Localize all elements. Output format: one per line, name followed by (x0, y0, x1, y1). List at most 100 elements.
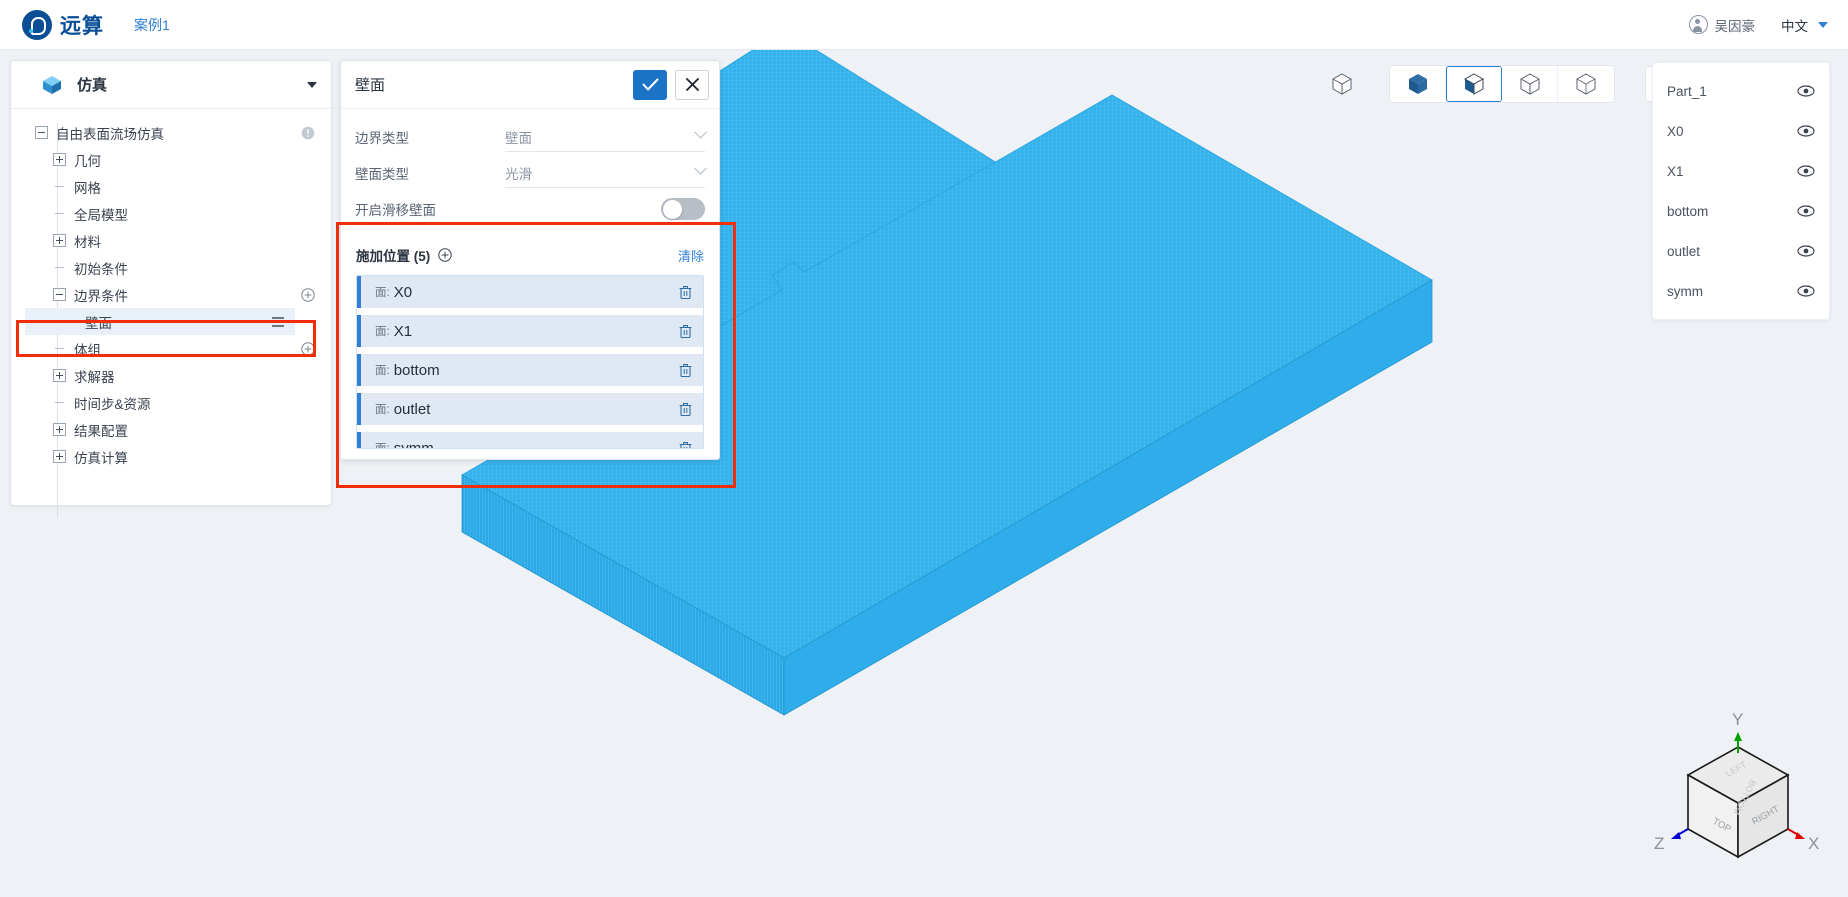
tree-item-volume-group[interactable]: 体组 (11, 335, 331, 362)
chevron-down-icon (694, 161, 707, 175)
add-icon[interactable] (301, 341, 315, 356)
list-item[interactable]: 面: outlet (357, 393, 703, 425)
case-name-link[interactable]: 案例1 (134, 15, 170, 35)
trash-icon[interactable] (678, 323, 693, 339)
axis-label-y: Y (1732, 710, 1743, 729)
list-item[interactable]: outlet (1653, 231, 1829, 271)
list-item[interactable]: bottom (1653, 191, 1829, 231)
field-enable-slip-wall[interactable]: 开启滑移壁面 (355, 191, 705, 227)
top-bar-right: 吴因豪 中文 (1688, 15, 1828, 35)
list-item[interactable]: X1 (1653, 151, 1829, 191)
collapse-toggle-icon[interactable] (35, 126, 48, 139)
parts-panel[interactable]: Part_1 X0 X1 bottom outlet symm (1652, 62, 1830, 320)
tree-item-label: 边界条件 (74, 288, 128, 304)
wall-type-select[interactable]: 光滑 (505, 158, 707, 188)
dialog-body: 边界类型 壁面 壁面类型 光滑 开启滑移壁面 施加位置 (5) 清除 面: X0… (341, 109, 719, 449)
tree-item-root[interactable]: 自由表面流场仿真 (11, 119, 331, 146)
tree-item-mesh[interactable]: 网格 (11, 173, 331, 200)
tree-body[interactable]: 自由表面流场仿真 几何 网格 全局模型 材料 初始条件 边界条件 壁面 体组 求… (11, 109, 331, 518)
list-item[interactable]: symm (1653, 271, 1829, 311)
tree-item-wall[interactable]: 壁面 (25, 308, 295, 335)
tree-item-material[interactable]: 材料 (11, 227, 331, 254)
trash-icon[interactable] (678, 401, 693, 417)
face-name: outlet (393, 400, 431, 418)
brand-name: 远算 (60, 14, 104, 38)
trash-icon[interactable] (678, 440, 693, 448)
field-value: 光滑 (505, 166, 532, 182)
add-icon[interactable] (301, 287, 315, 302)
simulation-tree-panel[interactable]: 仿真 自由表面流场仿真 几何 网格 全局模型 材料 初始条件 边界条件 壁面 体… (10, 60, 332, 518)
eye-icon[interactable] (1797, 285, 1815, 297)
outline-cube-icon[interactable] (1502, 66, 1558, 102)
eye-icon[interactable] (1797, 165, 1815, 177)
expand-toggle-icon[interactable] (53, 153, 66, 166)
expand-toggle-icon[interactable] (53, 234, 66, 247)
tree-item-simulation-run[interactable]: 仿真计算 (11, 443, 331, 470)
list-item[interactable]: X0 (1653, 111, 1829, 151)
eye-icon[interactable] (1797, 125, 1815, 137)
list-item[interactable]: Part_1 (1653, 71, 1829, 111)
slip-wall-toggle-wrap (505, 194, 705, 224)
chevron-down-icon[interactable] (307, 81, 317, 88)
tree-item-result-config[interactable]: 结果配置 (11, 416, 331, 443)
cube-icon (41, 74, 63, 96)
trash-icon[interactable] (678, 284, 693, 300)
view-mode-toolbar[interactable] (1325, 65, 1701, 103)
shaded-cube-icon[interactable] (1446, 66, 1502, 102)
trash-icon[interactable] (678, 362, 693, 378)
face-prefix: 面: (375, 365, 390, 377)
list-item[interactable]: 面: X0 (357, 276, 703, 308)
tree-item-timestep-resources[interactable]: 时间步&资源 (11, 389, 331, 416)
boundary-type-select[interactable]: 壁面 (505, 122, 707, 152)
face-name: X0 (393, 283, 413, 301)
list-item[interactable]: 面: bottom (357, 354, 703, 386)
wireframe-cube-icon[interactable] (1325, 67, 1359, 101)
slip-wall-toggle[interactable] (661, 198, 705, 220)
clear-all-link[interactable]: 清除 (678, 246, 704, 265)
list-item[interactable]: 面: symm (357, 432, 703, 448)
solid-cube-icon[interactable] (1390, 66, 1446, 102)
part-label: X1 (1667, 163, 1684, 179)
tree-item-solver[interactable]: 求解器 (11, 362, 331, 389)
list-item[interactable]: 面: X1 (357, 315, 703, 347)
expand-toggle-icon[interactable] (53, 423, 66, 436)
brand-logo[interactable]: 远算 (22, 9, 104, 40)
wall-property-dialog[interactable]: 壁面 边界类型 壁面 壁面类型 光滑 开启滑移壁面 施加位置 (5) 清除 面:… (340, 60, 720, 460)
tree-item-geometry[interactable]: 几何 (11, 146, 331, 173)
tree-item-label: 壁面 (85, 315, 112, 331)
collapse-toggle-icon[interactable] (53, 288, 66, 301)
avatar (1688, 15, 1708, 34)
field-boundary-type[interactable]: 边界类型 壁面 (355, 119, 707, 155)
tree-item-initial-conditions[interactable]: 初始条件 (11, 254, 331, 281)
axis-orientation-widget[interactable]: TOP RIGHT LEFT BOTTOM Y X Z (1648, 705, 1828, 875)
eye-icon[interactable] (1797, 205, 1815, 217)
eye-icon[interactable] (1797, 85, 1815, 97)
selected-faces-list[interactable]: 面: X0 面: X1 面: bottom 面: outlet 面: symm (356, 275, 704, 449)
tree-item-boundary-conditions[interactable]: 边界条件 (11, 281, 331, 308)
tree-header-label: 仿真 (77, 77, 108, 94)
language-label: 中文 (1781, 18, 1808, 34)
view-mode-group[interactable] (1389, 65, 1615, 103)
apply-position-title: 施加位置 (5) (356, 249, 431, 264)
toggle-knob (662, 199, 682, 219)
language-selector[interactable]: 中文 (1781, 15, 1828, 35)
apply-position-section: 施加位置 (5) 清除 面: X0 面: X1 面: bottom 面: out… (355, 241, 705, 449)
eye-icon[interactable] (1797, 245, 1815, 257)
field-wall-type[interactable]: 壁面类型 光滑 (355, 155, 707, 191)
plus-circle-icon[interactable] (438, 248, 452, 262)
field-value: 壁面 (505, 130, 532, 146)
axis-label-z: Z (1654, 834, 1664, 853)
list-menu-icon[interactable] (271, 316, 285, 328)
transparent-cube-icon[interactable] (1558, 66, 1614, 102)
expand-toggle-icon[interactable] (53, 450, 66, 463)
user-menu[interactable]: 吴因豪 (1688, 15, 1755, 35)
cancel-button[interactable] (675, 69, 709, 100)
info-icon[interactable] (301, 126, 315, 140)
tree-item-global-model[interactable]: 全局模型 (11, 200, 331, 227)
app-logo-icon (22, 9, 52, 40)
expand-toggle-icon[interactable] (53, 369, 66, 382)
part-label: outlet (1667, 243, 1701, 259)
tree-leaf-icon (53, 180, 66, 193)
confirm-button[interactable] (633, 69, 667, 100)
tree-header[interactable]: 仿真 (11, 61, 331, 109)
